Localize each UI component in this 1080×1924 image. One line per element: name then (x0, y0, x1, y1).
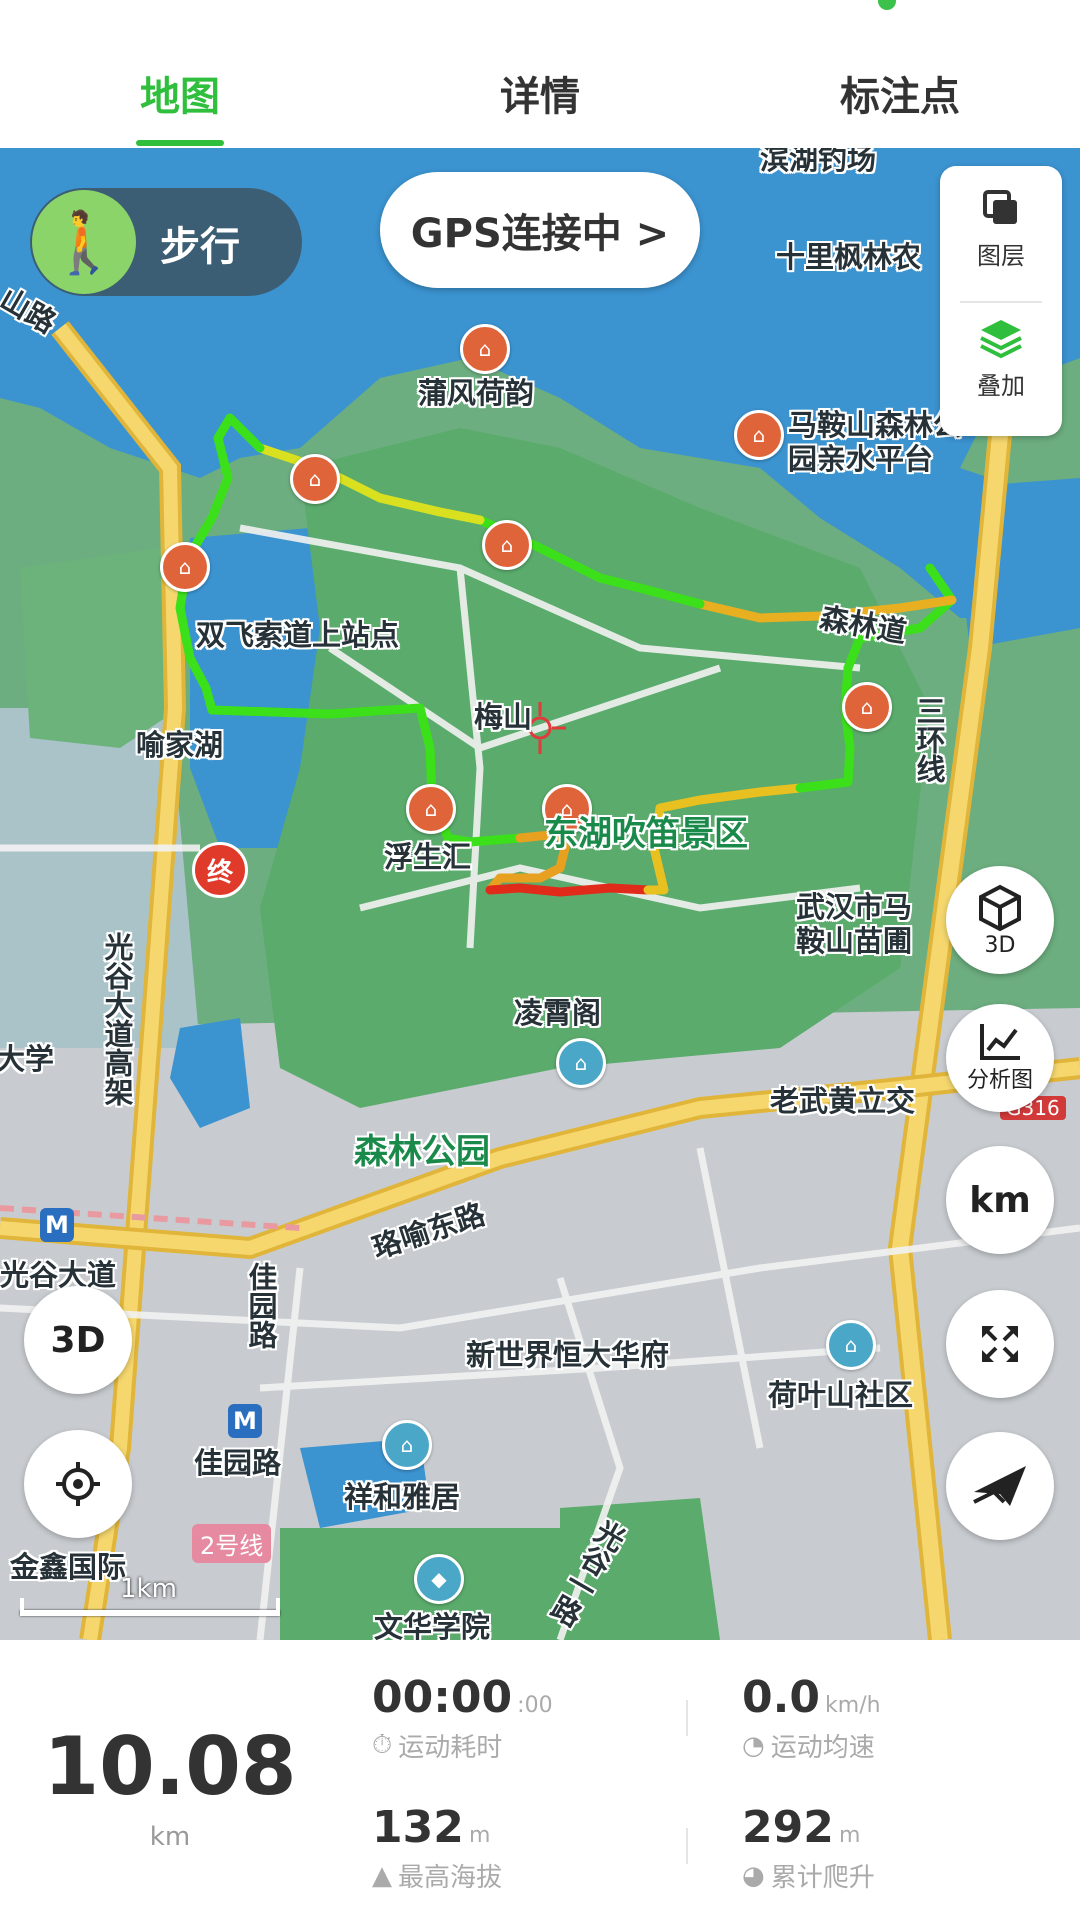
stopwatch-icon: ⏱ (372, 1730, 393, 1760)
map-label: 三环线 (912, 696, 946, 783)
map-label: 园亲水平台 (788, 442, 934, 476)
activity-mode-label[interactable]: 步行 (160, 214, 240, 272)
map-label: 大学 (0, 1042, 55, 1076)
speedometer-icon: ◔ (742, 1730, 765, 1761)
duration-value: 00:00 (372, 1672, 513, 1723)
scenic-area-label: 东湖吹笛景区 (544, 814, 748, 854)
map-label: 滨湖钓场 (760, 148, 877, 176)
locate-me-button[interactable] (24, 1430, 132, 1538)
layer-button[interactable]: 图层 (940, 186, 1062, 271)
overlay-label: 叠加 (977, 372, 1025, 400)
park-label: 森林公园 (354, 1132, 490, 1172)
cube-icon (979, 884, 1021, 931)
overlay-stack-icon (980, 320, 1022, 359)
max-altitude-label: 最高海拔 (398, 1863, 503, 1893)
poi-temple-icon[interactable]: ⌂ (842, 682, 892, 732)
poi-residence-icon[interactable]: ⌂ (556, 1038, 606, 1088)
poi-school-icon[interactable]: ◆ (414, 1554, 464, 1604)
analysis-chart-button[interactable]: 分析图 (946, 1004, 1054, 1112)
poi-residence-icon[interactable]: ⌂ (382, 1420, 432, 1470)
poi-temple-icon[interactable]: ⌂ (406, 784, 456, 834)
map-base (0, 148, 1080, 1640)
map-label: 佳园路 (194, 1446, 282, 1480)
overlay-button[interactable]: 叠加 (940, 316, 1062, 401)
divider (960, 301, 1042, 303)
fullscreen-button[interactable] (946, 1290, 1054, 1398)
map-label: 喻家湖 (136, 728, 224, 762)
avg-speed-unit: km/h (825, 1693, 881, 1718)
map-view[interactable]: ⌂ ⌂ ⌂ ⌂ ⌂ ⌂ ⌂ ⌂ ⌂ ⌂ ⌂ ◆ M M 终 滨湖钓场 十里枫林农… (0, 148, 1080, 1640)
divider (686, 1828, 688, 1864)
map-label: 光谷大道高架 (100, 932, 134, 1106)
layer-panel: 图层 叠加 (940, 166, 1062, 436)
divider (686, 1700, 688, 1736)
map-label: 梅山 (474, 700, 533, 734)
tab-bar: 地图 详情 标注点 (0, 38, 1080, 148)
analysis-label: 分析图 (966, 1068, 1033, 1093)
avg-speed-label: 运动均速 (770, 1733, 875, 1763)
layer-label: 图层 (977, 242, 1025, 270)
map-label: 佳园路 (244, 1262, 278, 1349)
max-altitude-stat: 132 m ▲ 最高海拔 (372, 1802, 502, 1894)
3d-toggle-button[interactable]: 3D (24, 1286, 132, 1394)
map-label: 十里枫林农 (776, 240, 922, 274)
map-label: 鞍山苗圃 (796, 924, 913, 958)
poi-temple-icon[interactable]: ⌂ (460, 324, 510, 374)
paper-plane-icon (973, 1466, 1026, 1506)
avg-speed-stat: 0.0 km/h ◔ 运动均速 (742, 1672, 881, 1764)
tab-map[interactable]: 地图 (0, 38, 360, 148)
route-end-marker[interactable]: 终 (192, 842, 248, 898)
metro-line-badge: 2号线 (192, 1524, 272, 1563)
map-label: 浮生汇 (384, 840, 472, 874)
track-share-button[interactable] (946, 1432, 1054, 1540)
expand-icon (982, 1326, 1018, 1362)
total-distance-value: 10.08 (43, 1720, 297, 1813)
climb-unit: m (838, 1823, 861, 1848)
scale-bar: 1km (20, 1574, 280, 1622)
3d-toggle-label: 3D (50, 1319, 106, 1361)
tab-markers[interactable]: 标注点 (720, 38, 1080, 148)
map-label: 老武黄立交 (770, 1084, 916, 1118)
poi-temple-icon[interactable]: ⌂ (160, 542, 210, 592)
metro-icon: M (40, 1208, 74, 1242)
map-label: 双飞索道上站点 (196, 618, 400, 652)
poi-temple-icon[interactable]: ⌂ (734, 410, 784, 460)
map-label: 蒲风荷韵 (418, 376, 535, 410)
gps-status-button[interactable]: GPS连接中 > (380, 172, 700, 288)
3d-view-button[interactable]: 3D (946, 866, 1054, 974)
mountain-icon: ▲ (372, 1860, 392, 1891)
map-label: 荷叶山社区 (768, 1378, 914, 1412)
climb-label: 累计爬升 (770, 1863, 875, 1893)
layers-icon (983, 190, 1017, 224)
duration-stat: 00:00 :00 ⏱ 运动耗时 (372, 1672, 553, 1764)
max-altitude-value: 132 (372, 1802, 464, 1853)
duration-label: 运动耗时 (398, 1733, 503, 1763)
max-altitude-unit: m (468, 1823, 491, 1848)
avg-speed-value: 0.0 (742, 1672, 820, 1723)
scale-label: 1km (120, 1574, 177, 1604)
map-label: 祥和雅居 (344, 1480, 461, 1514)
poi-temple-icon[interactable]: ⌂ (482, 520, 532, 570)
climb-stat: 292 m ◕ 累计爬升 (742, 1802, 875, 1894)
map-label: 金鑫国际 (10, 1550, 127, 1584)
metro-icon: M (228, 1404, 262, 1438)
poi-temple-icon[interactable]: ⌂ (290, 454, 340, 504)
status-bar (0, 0, 1080, 38)
duration-seconds: :00 (517, 1693, 553, 1718)
crosshair-location-icon (56, 1462, 100, 1506)
3d-label: 3D (984, 932, 1016, 958)
map-label: 凌霄阁 (514, 996, 602, 1030)
map-label: 光谷大道 (0, 1258, 117, 1292)
unit-km-button[interactable]: km (946, 1146, 1054, 1254)
poi-residence-icon[interactable]: ⌂ (826, 1320, 876, 1370)
line-chart-icon (980, 1024, 1020, 1060)
map-label: 新世界恒大华府 (466, 1338, 670, 1372)
map-label: 文华学院 (374, 1610, 491, 1640)
climb-value: 292 (742, 1802, 834, 1853)
climb-chart-icon: ◕ (742, 1860, 765, 1891)
walking-person-icon[interactable]: 🚶 (32, 190, 136, 294)
tab-details[interactable]: 详情 (360, 38, 720, 148)
total-distance-unit: km (149, 1822, 191, 1852)
